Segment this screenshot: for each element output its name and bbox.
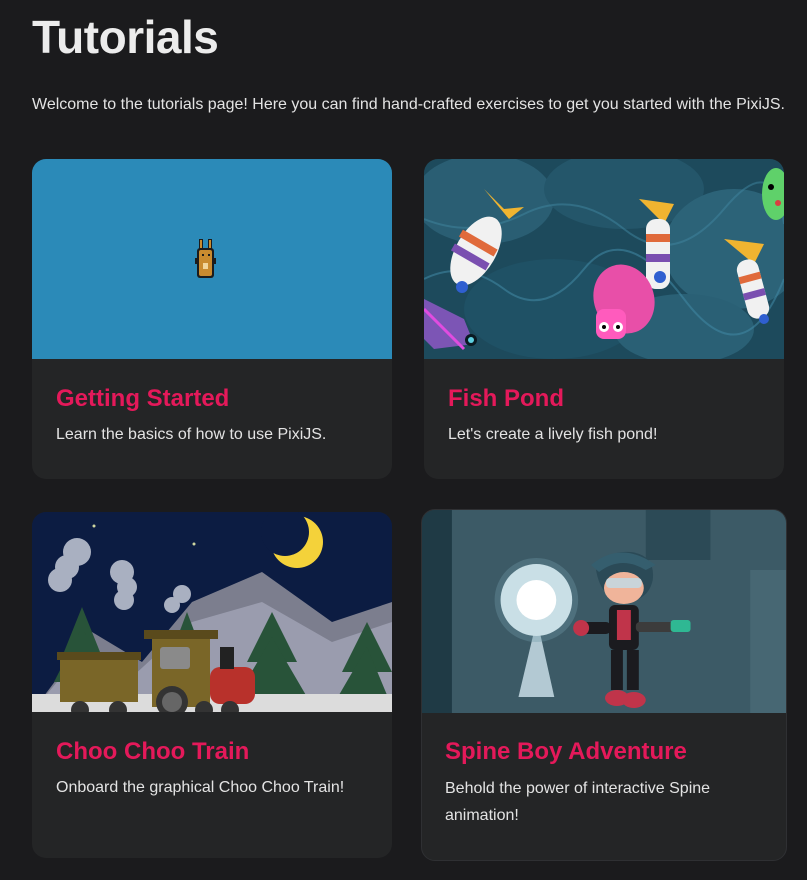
tutorial-card-fish-pond[interactable]: Fish Pond Let's create a lively fish pon… [424,159,784,479]
tutorial-description: Let's create a lively fish pond! [448,426,658,443]
tutorial-title[interactable]: Choo Choo Train [56,738,249,766]
tutorial-card-choo-choo-train[interactable]: Choo Choo Train Onboard the graphical Ch… [32,512,392,858]
glowing-orb-icon [494,558,579,642]
page-title: Tutorials [32,11,219,63]
tutorial-card-getting-started[interactable]: Getting Started Learn the basics of how … [32,159,392,479]
tutorial-title[interactable]: Getting Started [56,385,229,413]
tutorial-description: Onboard the graphical Choo Choo Train! [56,779,345,796]
tutorial-card-spine-boy-adventure[interactable]: Spine Boy Adventure Behold the power of … [421,509,787,861]
tutorial-description: Behold the power of interactive Spine an… [445,780,711,824]
tutorial-title[interactable]: Fish Pond [448,385,564,413]
tutorial-description: Learn the basics of how to use PixiJS. [56,426,327,443]
page-intro: Welcome to the tutorials page! Here you … [32,96,785,113]
choo-choo-train-thumbnail [32,512,392,712]
tutorial-title[interactable]: Spine Boy Adventure [445,738,687,766]
spine-boy-adventure-thumbnail [422,510,786,713]
fish-pond-thumbnail [424,159,784,359]
getting-started-thumbnail [32,159,392,359]
